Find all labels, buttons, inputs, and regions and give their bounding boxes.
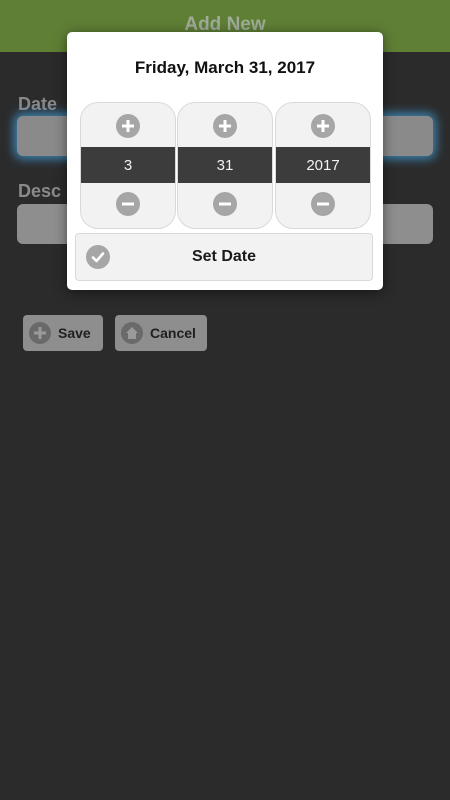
- plus-icon: [219, 120, 231, 132]
- plus-icon: [29, 322, 51, 344]
- set-date-button[interactable]: Set Date: [75, 233, 373, 281]
- day-value[interactable]: 31: [178, 147, 272, 183]
- save-button-label: Save: [58, 325, 91, 341]
- day-column: 31: [177, 102, 273, 229]
- year-value[interactable]: 2017: [276, 147, 370, 183]
- month-increment-button[interactable]: [116, 114, 140, 138]
- month-decrement-button[interactable]: [116, 192, 140, 216]
- day-decrement-button[interactable]: [213, 192, 237, 216]
- save-button[interactable]: Save: [23, 315, 103, 351]
- date-picker-dialog: Friday, March 31, 2017 3 31 2017 Set Dat…: [67, 32, 383, 290]
- cancel-button-label: Cancel: [150, 325, 196, 341]
- year-increment-button[interactable]: [311, 114, 335, 138]
- plus-icon: [122, 120, 134, 132]
- month-value[interactable]: 3: [81, 147, 175, 183]
- year-column: 2017: [275, 102, 371, 229]
- minus-icon: [219, 202, 231, 206]
- cancel-button[interactable]: Cancel: [115, 315, 207, 351]
- date-label: Date: [18, 94, 58, 114]
- minus-icon: [122, 202, 134, 206]
- year-decrement-button[interactable]: [311, 192, 335, 216]
- plus-icon: [317, 120, 329, 132]
- month-column: 3: [80, 102, 176, 229]
- home-icon: [121, 322, 143, 344]
- day-increment-button[interactable]: [213, 114, 237, 138]
- set-date-label: Set Date: [191, 248, 257, 265]
- minus-icon: [317, 202, 329, 206]
- description-label: Desc: [18, 181, 62, 201]
- date-picker-title: Friday, March 31, 2017: [134, 58, 316, 77]
